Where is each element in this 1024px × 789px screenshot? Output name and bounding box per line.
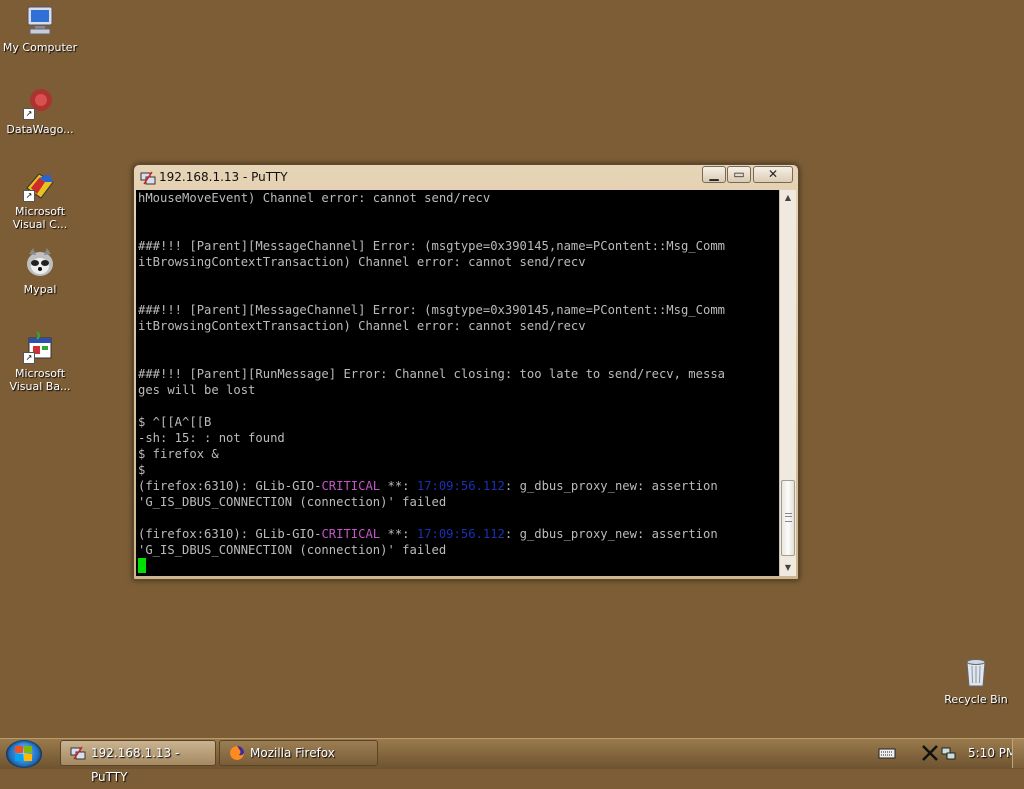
terminal-line: hMouseMoveEvent) Channel error: cannot s… <box>138 191 491 205</box>
grip-icon <box>785 513 792 522</box>
terminal-line: 'G_IS_DBUS_CONNECTION (connection)' fail… <box>138 495 447 509</box>
taskbar-button-putty[interactable]: 192.168.1.13 - PuTTY <box>60 740 216 784</box>
desktop-icon-mypal[interactable]: Mypal <box>0 246 80 296</box>
terminal-cursor <box>138 558 146 573</box>
putty-icon <box>70 745 86 761</box>
shortcut-arrow-icon: ↗ <box>23 108 35 120</box>
terminal-line: $ firefox & <box>138 447 219 461</box>
desktop-icon-label: Microsoft Visual Ba... <box>9 367 71 393</box>
scroll-down-arrow-icon[interactable]: ▼ <box>780 560 796 576</box>
maximize-icon: ▭ <box>733 167 745 181</box>
window-title: 192.168.1.13 - PuTTY <box>159 170 288 184</box>
log-prefix: (firefox:6310): GLib-GIO- <box>138 527 322 541</box>
network-icon[interactable] <box>939 745 957 761</box>
terminal-line: ###!!! [Parent][MessageChannel] Error: (… <box>138 303 725 317</box>
desktop-icon-my-computer[interactable]: My Computer <box>0 4 80 54</box>
desktop-icon-label: Microsoft Visual C... <box>12 205 68 231</box>
shortcut-arrow-icon: ↗ <box>23 352 35 364</box>
scrollbar-thumb[interactable] <box>781 480 795 556</box>
desktop-icon-recycle-bin[interactable]: Recycle Bin <box>936 656 1016 706</box>
recycle-bin-icon <box>959 656 993 690</box>
mypal-icon <box>23 246 57 280</box>
desktop-icon-label: Mypal <box>23 283 57 296</box>
terminal-line: -sh: 15: : not found <box>138 431 285 445</box>
window-titlebar[interactable]: 192.168.1.13 - PuTTY ▁ ▭ ✕ <box>134 165 798 190</box>
keyboard-icon[interactable] <box>878 745 896 761</box>
taskbar-button-label: Mozilla Firefox <box>250 746 335 760</box>
desktop-icon-datawagon[interactable]: ↗ DataWago... <box>0 86 80 136</box>
log-prefix: (firefox:6310): GLib-GIO- <box>138 479 322 493</box>
log-separator: **: <box>380 527 417 541</box>
computer-icon <box>23 4 57 38</box>
show-desktop-button[interactable] <box>1012 739 1024 768</box>
firefox-icon <box>229 745 245 761</box>
maximize-button[interactable]: ▭ <box>727 166 751 183</box>
visual-c-icon: ↗ <box>23 168 57 202</box>
close-button[interactable]: ✕ <box>753 166 793 183</box>
critical-label: CRITICAL <box>321 479 381 493</box>
desktop-icon-label: My Computer <box>2 41 78 54</box>
start-button[interactable] <box>6 740 42 768</box>
terminal-line: ###!!! [Parent][RunMessage] Error: Chann… <box>138 367 725 381</box>
terminal-line: ###!!! [Parent][MessageChannel] Error: (… <box>138 239 725 253</box>
terminal-line: 'G_IS_DBUS_CONNECTION (connection)' fail… <box>138 543 447 557</box>
desktop-icon-label: DataWago... <box>6 123 74 136</box>
taskbar-clock[interactable]: 5:10 PM <box>968 746 1016 760</box>
terminal-scrollbar[interactable]: ▲ ▼ <box>779 190 796 576</box>
windows-start-icon <box>15 746 32 761</box>
scroll-up-arrow-icon[interactable]: ▲ <box>780 190 796 206</box>
log-message: : g_dbus_proxy_new: assertion <box>504 479 718 493</box>
minimize-icon: ▁ <box>709 167 719 181</box>
visual-basic-icon: ↗ <box>23 330 57 364</box>
terminal-line: $ ^[[A^[[B <box>138 415 212 429</box>
terminal-line-critical: (firefox:6310): GLib-GIO-CRITICAL **: 17… <box>136 478 779 494</box>
critical-label: CRITICAL <box>321 527 381 541</box>
desktop-icon-visual-basic[interactable]: ↗ Microsoft Visual Ba... <box>0 330 80 393</box>
taskbar-button-firefox[interactable]: Mozilla Firefox <box>219 740 378 766</box>
terminal-output[interactable]: hMouseMoveEvent) Channel error: cannot s… <box>136 190 779 576</box>
log-separator: **: <box>380 479 417 493</box>
terminal-line: itBrowsingContextTransaction) Channel er… <box>138 319 586 333</box>
terminal-prompt-line <box>136 558 779 574</box>
putty-window[interactable]: 192.168.1.13 - PuTTY ▁ ▭ ✕ hMouseMoveEve… <box>133 164 799 580</box>
x-server-icon[interactable] <box>921 745 939 761</box>
terminal-line: itBrowsingContextTransaction) Channel er… <box>138 255 586 269</box>
terminal-line: ges will be lost <box>138 383 256 397</box>
log-message: : g_dbus_proxy_new: assertion <box>504 527 718 541</box>
minimize-button[interactable]: ▁ <box>702 166 726 183</box>
desktop-icon-visual-c[interactable]: ↗ Microsoft Visual C... <box>0 168 80 231</box>
log-timestamp: 17:09:56.112 <box>416 479 505 493</box>
taskbar-button-label: 192.168.1.13 - PuTTY <box>91 746 180 784</box>
shortcut-arrow-icon: ↗ <box>23 190 35 202</box>
terminal-line-critical: (firefox:6310): GLib-GIO-CRITICAL **: 17… <box>136 526 779 542</box>
log-timestamp: 17:09:56.112 <box>416 527 505 541</box>
desktop-icon-label: Recycle Bin <box>944 693 1008 706</box>
terminal-line: $ <box>138 463 146 477</box>
close-icon: ✕ <box>767 167 779 181</box>
datawagon-icon: ↗ <box>23 86 57 120</box>
putty-icon <box>140 170 156 186</box>
